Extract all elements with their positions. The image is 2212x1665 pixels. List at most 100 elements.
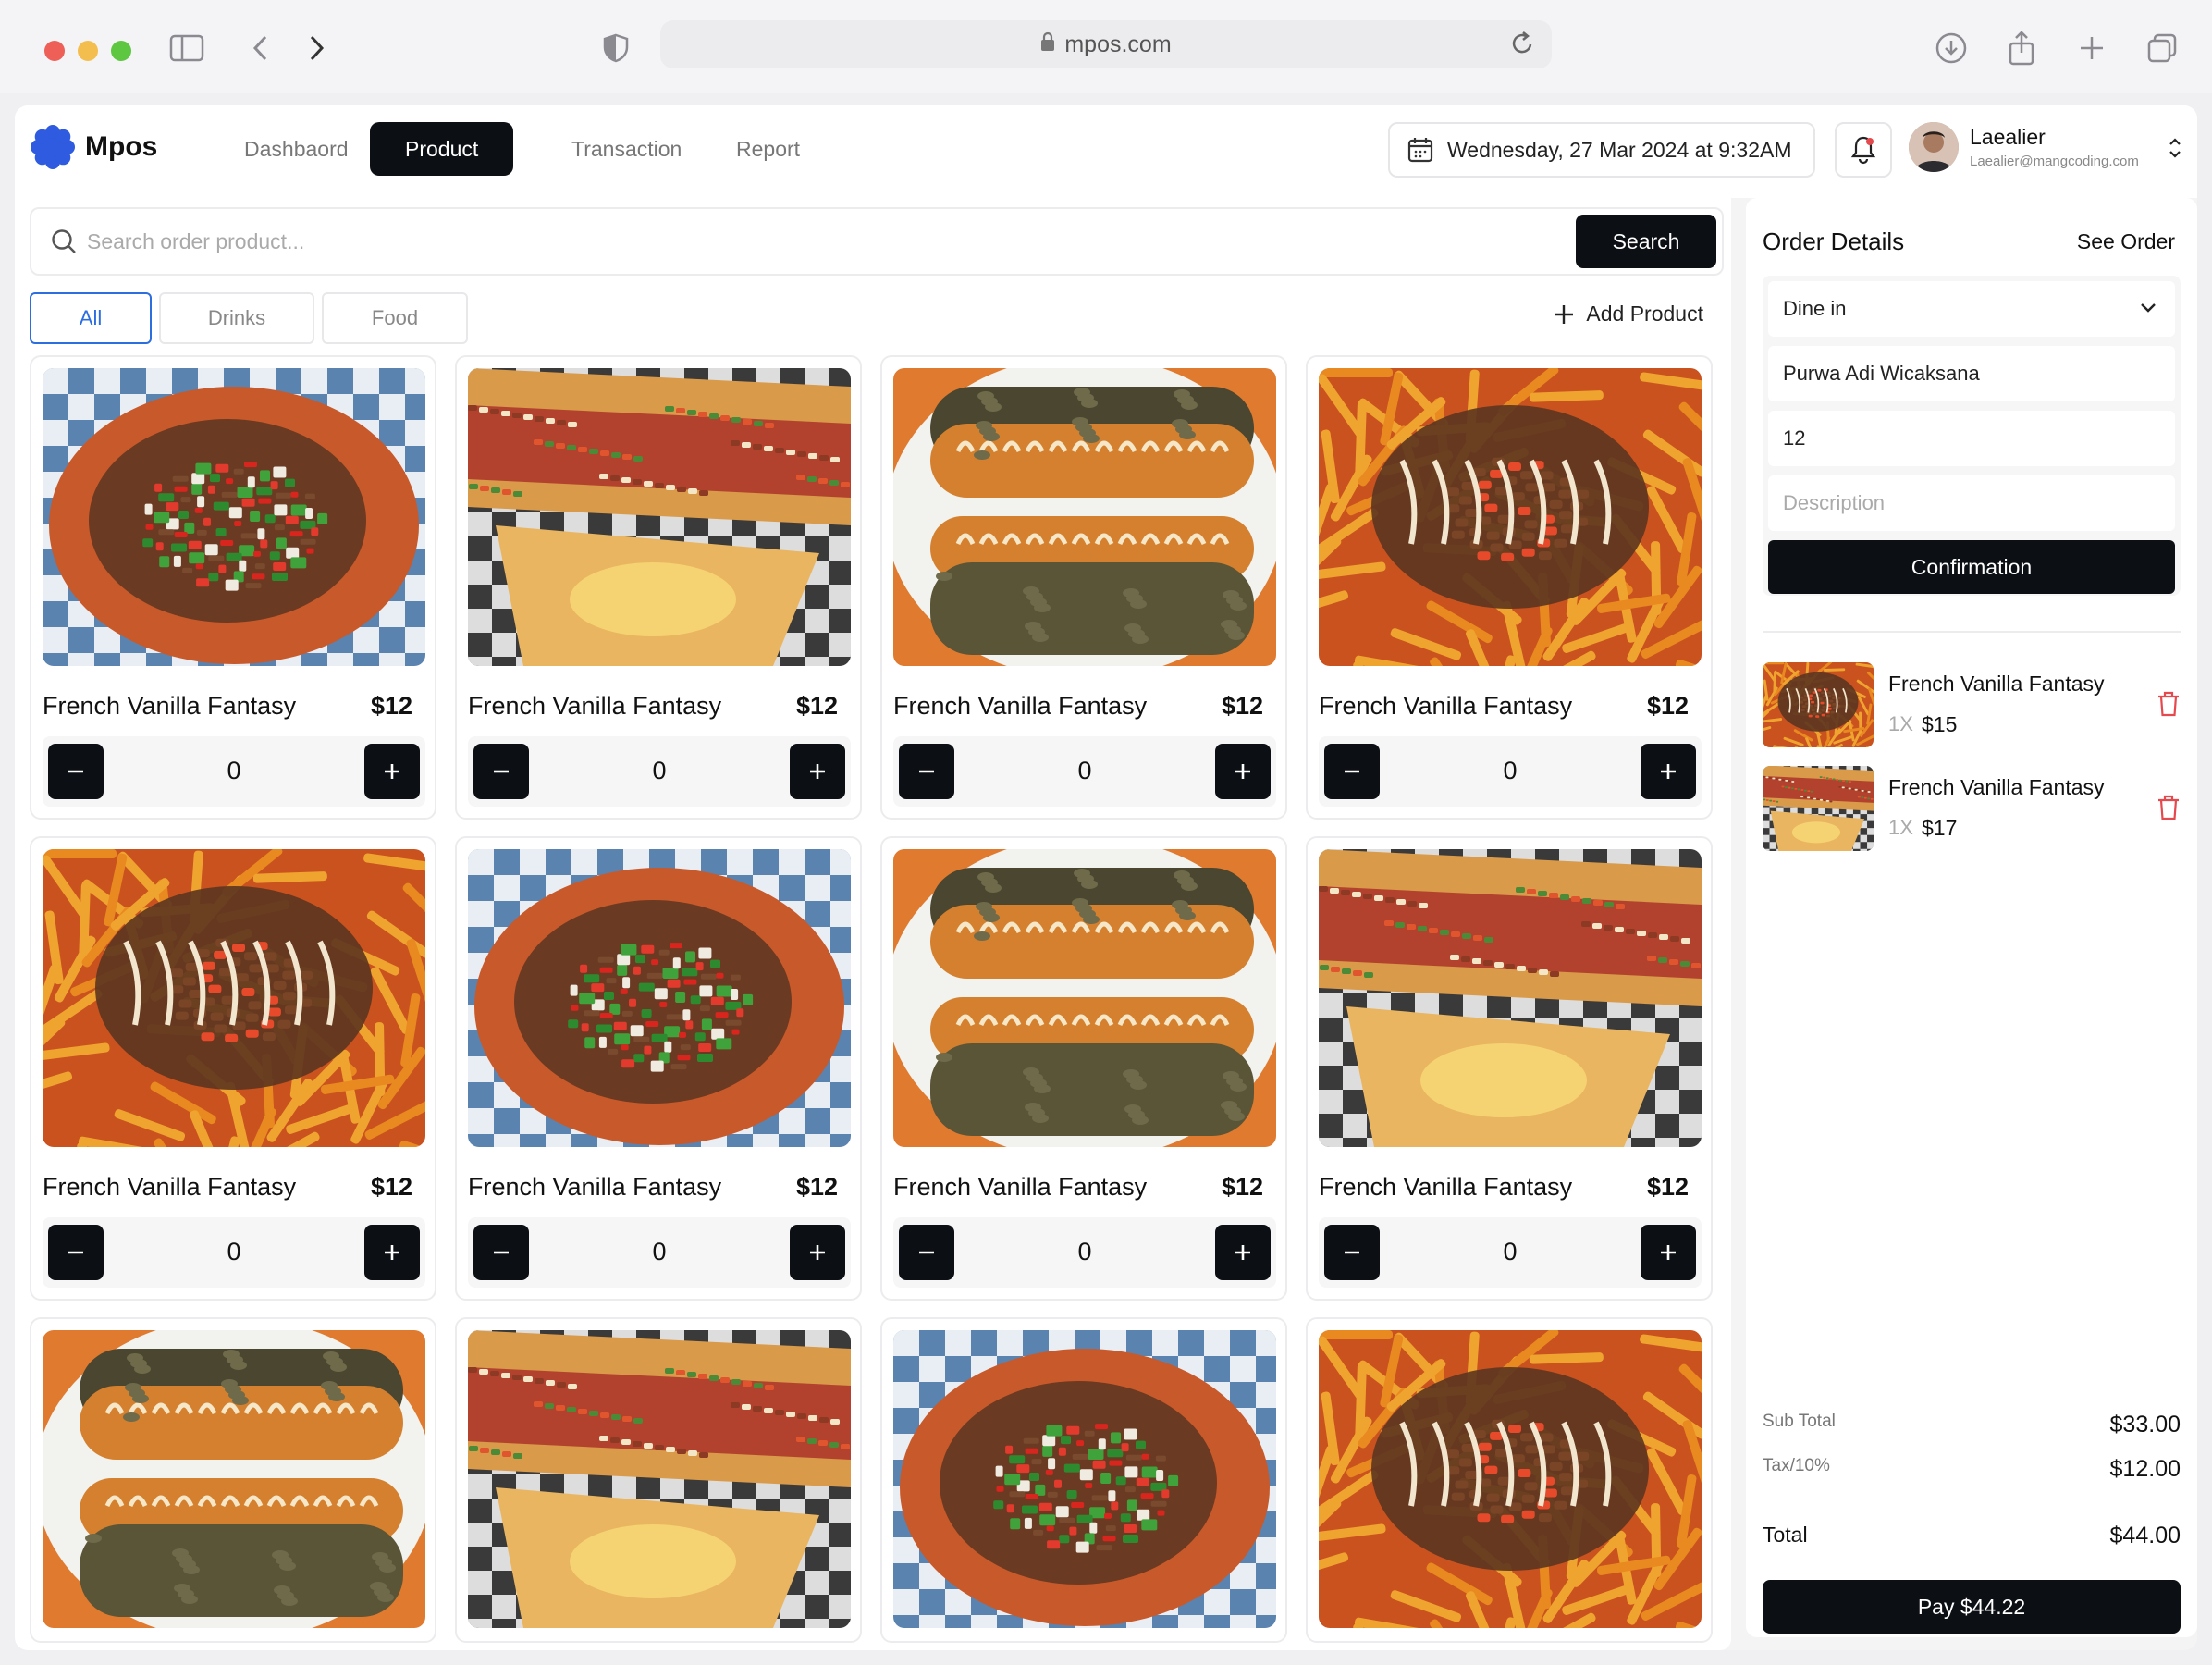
product-card[interactable]: French Vanilla Fantasy $12 0 [880,355,1287,820]
search-input[interactable] [87,228,1511,254]
product-name: French Vanilla Fantasy [468,1173,722,1201]
subtotal-value: $33.00 [2109,1412,2181,1437]
product-card[interactable]: French Vanilla Fantasy $12 0 [1306,355,1713,820]
reload-icon[interactable] [1509,30,1535,64]
total-row: Total $44.00 [1763,1523,2181,1549]
trash-icon [2158,691,2179,717]
customer-name-field[interactable]: Purwa Adi Wicaksana [1768,346,2175,401]
order-item: French Vanilla Fantasy 1X $17 [1763,766,2181,851]
increase-button[interactable] [790,744,845,799]
product-image [1319,1330,1702,1628]
plus-icon [385,764,399,779]
nav-product[interactable]: Product [370,122,514,176]
product-image [468,368,851,666]
product-card[interactable]: French Vanilla Fantasy $12 0 [1306,836,1713,1301]
order-item-qty: 1X [1888,712,1913,735]
date-display[interactable]: Wednesday, 27 Mar 2024 at 9:32AM [1388,122,1815,178]
order-form: Dine in Purwa Adi Wicaksana 12 Descripti… [1763,276,2181,596]
increase-button[interactable] [1215,1225,1271,1280]
plus-icon [810,1245,825,1260]
product-card[interactable]: French Vanilla Fantasy $12 0 [455,355,862,820]
product-name: French Vanilla Fantasy [893,692,1148,720]
close-window-button[interactable] [44,41,65,61]
filter-all[interactable]: All [30,292,152,344]
sidebar-toggle-icon[interactable] [165,26,209,70]
product-price: $12 [1646,1173,1689,1201]
increase-button[interactable] [364,1225,420,1280]
product-image [893,849,1276,1147]
notification-button[interactable] [1835,122,1892,178]
add-product-button[interactable]: Add Product [1553,302,1703,327]
product-card[interactable] [1306,1317,1713,1643]
back-icon[interactable] [239,26,283,70]
product-price: $12 [795,1173,838,1201]
quantity-stepper: 0 [43,736,425,807]
new-tab-icon[interactable] [2070,26,2114,70]
product-card[interactable]: French Vanilla Fantasy $12 0 [455,836,862,1301]
delete-item-button[interactable] [2157,690,2181,722]
increase-button[interactable] [1641,1225,1696,1280]
increase-button[interactable] [1641,744,1696,799]
total-label: Total [1763,1523,1808,1547]
tab-overview-icon[interactable] [2140,26,2184,70]
share-icon[interactable] [1999,26,2044,70]
window-controls [44,41,131,61]
product-card[interactable] [455,1317,862,1643]
maximize-window-button[interactable] [111,41,131,61]
forward-icon[interactable] [294,26,338,70]
product-card[interactable]: French Vanilla Fantasy $12 0 [880,836,1287,1301]
see-order-link[interactable]: See Order [2077,229,2175,254]
product-card[interactable] [880,1317,1287,1643]
product-name: French Vanilla Fantasy [893,1173,1148,1201]
brand-logo[interactable]: Mpos [30,124,157,170]
delete-item-button[interactable] [2157,794,2181,826]
download-icon[interactable] [1929,26,1973,70]
quantity-stepper: 0 [468,1217,851,1288]
quantity-stepper: 0 [468,736,851,807]
increase-button[interactable] [790,1225,845,1280]
top-navigation: Mpos Dashbaord Product Transaction Repor… [15,105,2197,198]
subtotal-row: Sub Total $33.00 [1763,1412,2181,1438]
user-name: Laealier [1970,125,2046,149]
product-price: $12 [1221,1173,1263,1201]
product-panel: Search All Drinks Food Add Product Frenc… [15,198,1731,1650]
order-card: Order Details See Order Dine in Purwa Ad… [1746,198,2197,1637]
order-item-qty: 1X [1888,816,1913,839]
product-price: $12 [1646,692,1689,720]
increase-button[interactable] [364,744,420,799]
app-window: Mpos Dashbaord Product Transaction Repor… [15,105,2197,1650]
address-bar[interactable]: mpos.com [660,20,1552,68]
order-item-name: French Vanilla Fantasy [1888,672,2105,696]
table-number-field[interactable]: 12 [1768,411,2175,466]
date-text: Wednesday, 27 Mar 2024 at 9:32AM [1447,137,1792,162]
nav-report[interactable]: Report [701,122,835,176]
product-name: French Vanilla Fantasy [43,692,297,720]
filter-drinks[interactable]: Drinks [159,292,314,344]
product-card[interactable]: French Vanilla Fantasy $12 0 [30,836,436,1301]
privacy-shield-icon[interactable] [594,26,638,70]
product-image [893,368,1276,666]
search-button[interactable]: Search [1576,215,1716,268]
product-image [43,1330,425,1628]
increase-button[interactable] [1215,744,1271,799]
product-name: French Vanilla Fantasy [43,1173,297,1201]
brand-name: Mpos [85,131,158,162]
plus-icon [1235,1245,1250,1260]
confirmation-button[interactable]: Confirmation [1768,540,2175,594]
product-image [43,849,425,1147]
nav-transaction[interactable]: Transaction [536,122,717,176]
product-price: $12 [370,692,412,720]
add-product-label: Add Product [1586,302,1703,326]
filter-food[interactable]: Food [322,292,468,344]
subtotal-label: Sub Total [1763,1412,1836,1431]
user-menu[interactable]: Laealier Laealier@mangcoding.com [1909,122,2181,172]
description-field[interactable]: Description [1768,475,2175,531]
minimize-window-button[interactable] [78,41,98,61]
chevron-up-down-icon [2169,138,2181,158]
product-card[interactable] [30,1317,436,1643]
pay-button[interactable]: Pay $44.22 [1763,1580,2181,1634]
order-type-select[interactable]: Dine in [1768,281,2175,337]
product-card[interactable]: French Vanilla Fantasy $12 0 [30,355,436,820]
chevron-down-icon [2141,303,2156,313]
nav-dashboard[interactable]: Dashbaord [209,122,384,176]
